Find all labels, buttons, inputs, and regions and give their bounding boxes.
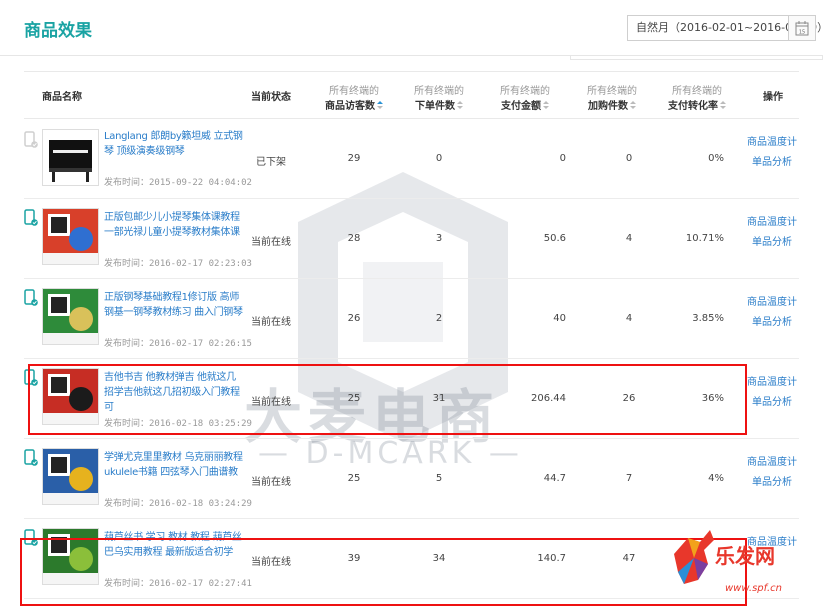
publish-time: 发布时间：2016-02-17 02:23:03 xyxy=(104,259,252,269)
conversion-value: 4% xyxy=(708,473,724,484)
sort-desc-icon[interactable] xyxy=(377,101,383,110)
conversion-value: 10.71% xyxy=(685,233,724,244)
mobile-phone-icon xyxy=(24,289,38,306)
single-item-analysis-link[interactable]: 单品分析 xyxy=(742,473,802,493)
payment-value: 44.7 xyxy=(543,473,566,484)
conversion-value: 0% xyxy=(708,153,724,164)
cart-value: 4 xyxy=(625,313,633,324)
status-text: 当前在线 xyxy=(251,477,291,488)
status-text: 当前在线 xyxy=(251,317,291,328)
date-range-select[interactable]: 自然月（2016-02-01~2016-02-29） xyxy=(627,15,823,41)
table-row: 正版包邮少儿小提琴集体课教程 一部光禄儿童小提琴教材集体课 发布时间：2016-… xyxy=(24,199,799,279)
orders-value: 3 xyxy=(435,233,443,244)
conversion-value: 3.85% xyxy=(692,313,724,324)
calendar-icon: 15 xyxy=(795,21,809,36)
single-item-analysis-link[interactable]: 单品分析 xyxy=(742,233,802,253)
table-header: 商品名称 当前状态 所有终端的 商品访客数 所有终端的 下单件数 所有终端的 支… xyxy=(24,71,799,119)
highlight-box xyxy=(28,364,747,435)
calendar-button[interactable]: 15 xyxy=(788,15,816,41)
bull-logo-icon xyxy=(674,530,714,584)
product-thumbnail[interactable] xyxy=(42,448,99,505)
table-row: Langlang 郎朗by籁坦威 立式钢琴 顶级演奏级钢琴 发布时间：2015-… xyxy=(24,119,799,199)
temperature-gauge-link[interactable]: 商品温度计 xyxy=(742,293,802,313)
visitors-value: 29 xyxy=(347,153,361,164)
cart-value: 0 xyxy=(625,153,633,164)
publish-time: 发布时间：2016-02-18 03:24:29 xyxy=(104,499,252,509)
mobile-phone-icon xyxy=(24,449,38,466)
product-name-link[interactable]: 正版包邮少儿小提琴集体课教程 一部光禄儿童小提琴教材集体课 xyxy=(104,210,244,240)
header-subpanel-edge xyxy=(570,56,823,60)
temperature-gauge-link[interactable]: 商品温度计 xyxy=(742,133,802,153)
corner-url: www.spf.cn xyxy=(725,583,782,594)
mobile-phone-icon xyxy=(24,209,38,226)
publish-time: 发布时间：2015-09-22 04:04:02 xyxy=(104,178,252,188)
col-actions: 操作 xyxy=(763,92,783,103)
single-item-analysis-link[interactable]: 单品分析 xyxy=(742,393,802,413)
col-cart[interactable]: 所有终端的 加购件数 xyxy=(577,72,647,118)
page-title: 商品效果 xyxy=(24,21,92,41)
sort-icon[interactable] xyxy=(630,101,636,110)
col-conversion[interactable]: 所有终端的 支付转化率 xyxy=(662,72,732,118)
highlight-box xyxy=(20,538,747,606)
visitors-value: 28 xyxy=(347,233,361,244)
col-visitors[interactable]: 所有终端的 商品访客数 xyxy=(319,72,389,118)
status-text: 当前在线 xyxy=(251,237,291,248)
status-text: 已下架 xyxy=(256,157,286,168)
product-thumbnail[interactable] xyxy=(42,129,99,186)
sort-icon[interactable] xyxy=(720,101,726,110)
single-item-analysis-link[interactable]: 单品分析 xyxy=(742,153,802,173)
corner-brand: 乐发网 xyxy=(715,544,775,568)
visitors-value: 26 xyxy=(347,313,361,324)
col-orders[interactable]: 所有终端的 下单件数 xyxy=(404,72,474,118)
orders-value: 2 xyxy=(435,313,443,324)
product-name-link[interactable]: Langlang 郎朗by籁坦威 立式钢琴 顶级演奏级钢琴 xyxy=(104,129,244,159)
single-item-analysis-link[interactable]: 单品分析 xyxy=(742,313,802,333)
mobile-phone-icon xyxy=(24,131,38,148)
product-thumbnail[interactable] xyxy=(42,288,99,345)
orders-value: 5 xyxy=(435,473,443,484)
svg-text:15: 15 xyxy=(799,30,805,36)
payment-value: 50.6 xyxy=(543,233,566,244)
product-thumbnail[interactable] xyxy=(42,208,99,265)
product-name-link[interactable]: 正版钢琴基础教程1修订版 高师钢基一钢琴教材练习 曲入门钢琴 xyxy=(104,290,244,320)
table-row: 学弹尤克里里教材 乌克丽丽教程ukulele书籍 四弦琴入门曲谱教 发布时间：2… xyxy=(24,439,799,519)
payment-value: 40 xyxy=(553,313,566,324)
cart-value: 7 xyxy=(625,473,633,484)
payment-value: 0 xyxy=(559,153,566,164)
publish-time: 发布时间：2016-02-17 02:26:15 xyxy=(104,339,252,349)
temperature-gauge-link[interactable]: 商品温度计 xyxy=(742,213,802,233)
col-payment[interactable]: 所有终端的 支付金额 xyxy=(490,72,560,118)
page-header: 商品效果 自然月（2016-02-01~2016-02-29） 15 xyxy=(0,0,823,56)
product-name-link[interactable]: 学弹尤克里里教材 乌克丽丽教程ukulele书籍 四弦琴入门曲谱教 xyxy=(104,450,244,480)
table-row: 正版钢琴基础教程1修订版 高师钢基一钢琴教材练习 曲入门钢琴 发布时间：2016… xyxy=(24,279,799,359)
temperature-gauge-link[interactable]: 商品温度计 xyxy=(742,453,802,473)
orders-value: 0 xyxy=(435,153,443,164)
cart-value: 4 xyxy=(625,233,633,244)
col-product-name: 商品名称 xyxy=(42,92,82,103)
visitors-value: 25 xyxy=(347,473,361,484)
temperature-gauge-link[interactable]: 商品温度计 xyxy=(742,373,802,393)
sort-icon[interactable] xyxy=(457,101,463,110)
col-status: 当前状态 xyxy=(251,92,291,103)
sort-icon[interactable] xyxy=(543,101,549,110)
